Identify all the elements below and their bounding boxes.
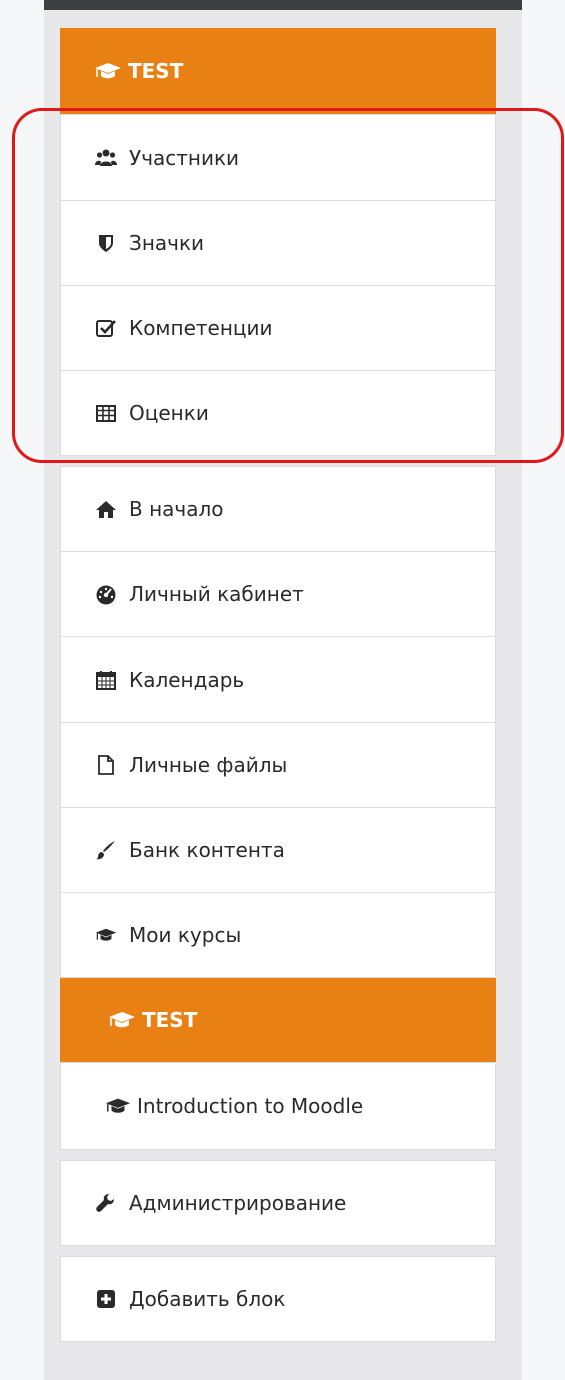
nav-drawer: TEST Участники Значки Компетенции Оценки…: [44, 0, 522, 1380]
calendar-icon: [95, 669, 117, 691]
nav-item-badges[interactable]: Значки: [60, 200, 496, 286]
course-header-test[interactable]: TEST: [60, 28, 496, 114]
nav-item-label: Личные файлы: [129, 753, 288, 777]
nav-item-label: Introduction to Moodle: [137, 1094, 364, 1118]
nav-item-administration[interactable]: Администрирование: [60, 1160, 496, 1246]
wrench-icon: [95, 1192, 117, 1214]
nav-item-home[interactable]: В начало: [60, 466, 496, 552]
checkbox-icon: [95, 317, 117, 339]
nav-item-grades[interactable]: Оценки: [60, 370, 496, 456]
graduation-cap-icon: [105, 1095, 131, 1117]
paint-brush-icon: [95, 839, 117, 861]
course-header-test-mycourses[interactable]: TEST: [60, 978, 496, 1062]
course-header-label: TEST: [128, 59, 184, 83]
nav-item-label: Участники: [129, 145, 240, 170]
graduation-cap-icon: [108, 1009, 136, 1031]
course-header-label: TEST: [142, 1008, 198, 1032]
nav-item-calendar[interactable]: Календарь: [60, 636, 496, 723]
nav-item-label: Добавить блок: [129, 1287, 286, 1311]
nav-item-label: Личный кабинет: [129, 582, 304, 606]
nav-item-dashboard[interactable]: Личный кабинет: [60, 551, 496, 637]
dashboard-icon: [95, 583, 117, 605]
nav-item-my-courses[interactable]: Мои курсы: [60, 892, 496, 978]
add-block-button[interactable]: Добавить блок: [60, 1256, 496, 1342]
drawer-top-bar: [44, 0, 522, 10]
nav-item-label: Компетенции: [129, 316, 273, 340]
graduation-cap-icon: [95, 924, 117, 946]
plus-square-icon: [95, 1288, 117, 1310]
nav-item-private-files[interactable]: Личные файлы: [60, 722, 496, 808]
shield-icon: [95, 232, 117, 254]
home-icon: [95, 498, 117, 520]
graduation-cap-icon: [94, 60, 122, 82]
nav-item-participants[interactable]: Участники: [60, 114, 496, 201]
nav-item-label: Оценки: [129, 401, 209, 425]
nav-item-label: Банк контента: [129, 838, 285, 862]
nav-item-label: Мои курсы: [129, 923, 242, 947]
nav-item-label: Значки: [129, 231, 205, 255]
nav-item-competencies[interactable]: Компетенции: [60, 285, 496, 371]
nav-item-label: В начало: [129, 497, 224, 521]
nav-item-content-bank[interactable]: Банк контента: [60, 807, 496, 893]
nav-item-label: Календарь: [129, 667, 245, 692]
table-icon: [95, 402, 117, 424]
users-icon: [95, 147, 117, 169]
nav-item-label: Администрирование: [129, 1191, 347, 1215]
file-icon: [95, 754, 117, 776]
nav-item-introduction-to-moodle[interactable]: Introduction to Moodle: [60, 1062, 496, 1150]
